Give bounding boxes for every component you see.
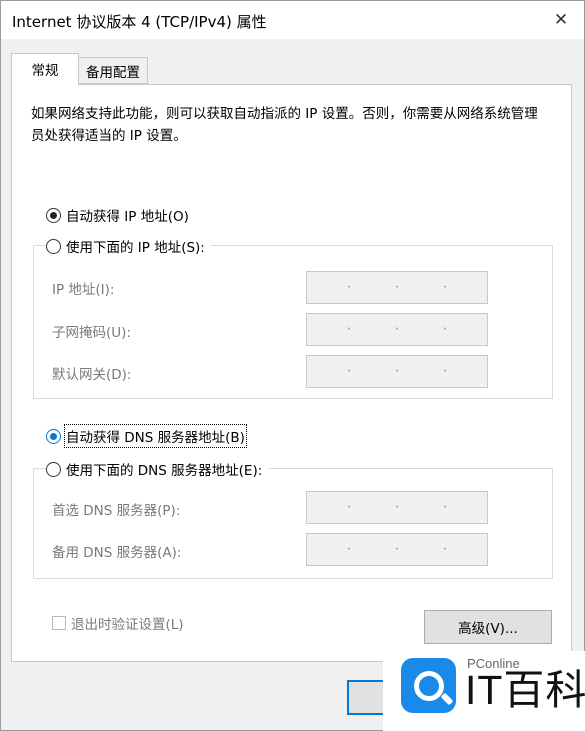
dialog-window: Internet 协议版本 4 (TCP/IPv4) 属性 ✕ 常规 备用配置 … <box>0 0 585 731</box>
subnet-mask-label: 子网掩码(U): <box>52 325 131 341</box>
preferred-dns-label: 首选 DNS 服务器(P): <box>52 503 181 519</box>
tab-alternate-config[interactable]: 备用配置 <box>78 57 148 84</box>
alternate-dns-dot-2: · <box>394 540 400 558</box>
ip-address-dot-1: · <box>346 278 352 296</box>
default-gateway-dot-2: · <box>394 362 400 380</box>
auto-dns-radio[interactable]: 自动获得 DNS 服务器地址(B) <box>46 424 251 448</box>
auto-ip-radio-dot <box>46 207 61 223</box>
subnet-mask-input[interactable]: · · · <box>306 313 488 346</box>
ip-address-input[interactable]: · · · <box>306 271 488 304</box>
tab-general-label: 常规 <box>31 62 59 79</box>
subnet-mask-dot-3: · <box>442 320 448 338</box>
pconline-watermark: PConline IT百科 <box>383 651 585 731</box>
ip-address-label: IP 地址(I): <box>52 282 115 298</box>
validate-on-exit-box <box>52 616 66 630</box>
default-gateway-input[interactable]: · · · <box>306 355 488 388</box>
default-gateway-dot-1: · <box>346 362 352 380</box>
tab-general[interactable]: 常规 <box>11 53 79 85</box>
tab-alternate-config-label: 备用配置 <box>86 64 140 81</box>
title-bar: Internet 协议版本 4 (TCP/IPv4) 属性 ✕ <box>1 1 584 39</box>
subnet-mask-dot-1: · <box>346 320 352 338</box>
ip-address-dot-2: · <box>394 278 400 296</box>
logo-tail <box>440 692 454 706</box>
manual-ip-radio-dot <box>46 238 61 254</box>
default-gateway-label: 默认网关(D): <box>52 367 132 383</box>
validate-on-exit-label: 退出时验证设置(L) <box>71 617 184 633</box>
default-gateway-dot-3: · <box>442 362 448 380</box>
logo-ring <box>413 670 444 701</box>
alternate-dns-input[interactable]: · · · <box>306 533 488 566</box>
auto-ip-label: 自动获得 IP 地址(O) <box>66 209 189 225</box>
intro-text: 如果网络支持此功能，则可以获取自动指派的 IP 设置。否则，你需要从网络系统管理… <box>31 106 538 144</box>
manual-dns-radio-dot <box>46 461 61 477</box>
watermark-title: IT百科 <box>465 667 585 713</box>
subnet-mask-dot-2: · <box>394 320 400 338</box>
alternate-dns-dot-3: · <box>442 540 448 558</box>
preferred-dns-dot-2: · <box>394 498 400 516</box>
advanced-button[interactable]: 高级(V)... <box>424 610 552 644</box>
auto-dns-radio-dot <box>46 428 61 444</box>
pconline-logo-icon <box>401 658 456 713</box>
auto-dns-label: 自动获得 DNS 服务器地址(B) <box>64 424 247 448</box>
manual-ip-label: 使用下面的 IP 地址(S): <box>66 240 205 256</box>
manual-ip-radio[interactable]: 使用下面的 IP 地址(S): <box>46 236 211 256</box>
window-title: Internet 协议版本 4 (TCP/IPv4) 属性 <box>12 13 267 31</box>
dialog-client: 常规 备用配置 如果网络支持此功能，则可以获取自动指派的 IP 设置。否则，你需… <box>1 39 584 730</box>
general-panel: 如果网络支持此功能，则可以获取自动指派的 IP 设置。否则，你需要从网络系统管理… <box>11 84 572 662</box>
ip-address-dot-3: · <box>442 278 448 296</box>
close-icon[interactable]: ✕ <box>541 3 581 37</box>
validate-on-exit-checkbox[interactable]: 退出时验证设置(L) <box>52 613 184 633</box>
alternate-dns-dot-1: · <box>346 540 352 558</box>
manual-dns-radio[interactable]: 使用下面的 DNS 服务器地址(E): <box>46 459 269 479</box>
auto-ip-radio[interactable]: 自动获得 IP 地址(O) <box>46 205 195 225</box>
alternate-dns-label: 备用 DNS 服务器(A): <box>52 545 182 561</box>
preferred-dns-input[interactable]: · · · <box>306 491 488 524</box>
manual-dns-label: 使用下面的 DNS 服务器地址(E): <box>66 463 263 479</box>
preferred-dns-dot-3: · <box>442 498 448 516</box>
preferred-dns-dot-1: · <box>346 498 352 516</box>
